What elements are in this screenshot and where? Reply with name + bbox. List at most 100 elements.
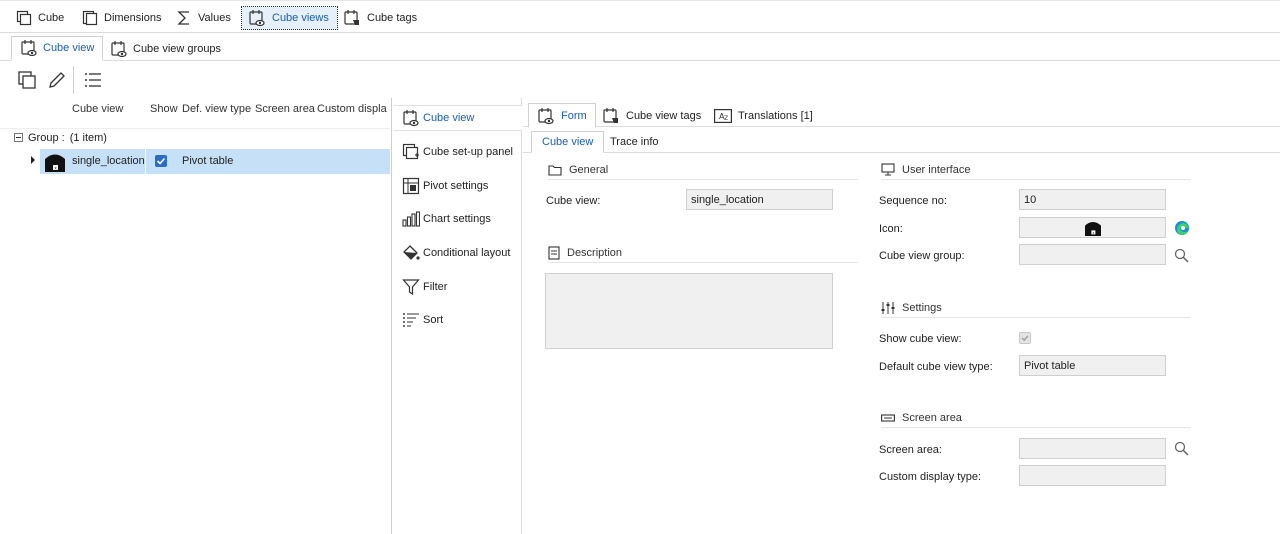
tab-form[interactable]: Form — [528, 103, 596, 128]
screen-area-field[interactable] — [1019, 438, 1166, 459]
nav-sort[interactable]: Sort — [402, 307, 443, 333]
svg-text:x: x — [1092, 231, 1094, 235]
description-section-header: Description — [548, 243, 858, 263]
screen-area-icon — [881, 413, 895, 422]
sequence-field[interactable]: 10 — [1019, 189, 1166, 210]
collapse-icon[interactable] — [14, 133, 23, 142]
custom-display-field[interactable] — [1019, 465, 1166, 486]
custom-display-field-label: Custom display type: — [879, 471, 982, 483]
edit-icon — [47, 70, 67, 90]
cube-view-row-icon: x — [44, 151, 66, 173]
nav-chart-settings[interactable]: Chart settings — [402, 206, 491, 232]
user-interface-title: User interface — [902, 163, 971, 176]
nav-conditional-layout[interactable]: Conditional layout — [402, 240, 510, 266]
cube-view-preview-icon: x — [1084, 220, 1102, 236]
description-title: Description — [567, 246, 623, 259]
browser-icon[interactable] — [1174, 220, 1190, 236]
menu-values[interactable]: Values — [176, 6, 237, 30]
expand-row-icon[interactable] — [29, 155, 37, 165]
nav-conditional-layout-label: Conditional layout — [423, 247, 511, 259]
col-header-show[interactable]: Show — [150, 103, 178, 115]
side-nav: Cube view Cube set-up panel Pivot settin… — [392, 98, 522, 534]
cube-view-grid: Cube view Show Def. view type Screen are… — [0, 98, 392, 534]
edit-button[interactable] — [45, 68, 69, 92]
tab-inner-cube-view[interactable]: Cube view — [531, 131, 605, 153]
tab-cube-view-tags-label: Cube view tags — [626, 109, 702, 122]
paint-bucket-icon — [402, 244, 420, 262]
row-show-checkbox[interactable] — [155, 155, 167, 167]
menu-values-label: Values — [198, 12, 231, 24]
group-count: (1 item) — [69, 131, 107, 144]
col-header-custom-display[interactable]: Custom display — [317, 103, 387, 115]
search-icon[interactable] — [1174, 248, 1189, 263]
col-header-cube-view[interactable]: Cube view — [72, 103, 123, 115]
menu-cube[interactable]: Cube — [16, 6, 70, 30]
menu-cube-views[interactable]: Cube views — [241, 6, 338, 30]
folder-icon — [548, 164, 562, 176]
pivot-icon — [402, 177, 420, 195]
nav-filter[interactable]: Filter — [402, 274, 447, 300]
cube-view-group-field[interactable] — [1019, 244, 1166, 265]
screen-area-field-label: Screen area: — [879, 444, 942, 456]
cube-view-group-field-label: Cube view group: — [879, 250, 965, 262]
default-type-label: Default cube view type: — [879, 361, 993, 373]
form-tabs: Form Cube view tags AZ Translations [1] — [523, 100, 1280, 128]
tab-cube-view-groups[interactable]: Cube view groups — [102, 36, 229, 61]
col-header-def-view-type[interactable]: Def. view type — [182, 103, 251, 115]
sigma-icon — [176, 10, 192, 26]
show-cube-view-checkbox[interactable] — [1019, 332, 1031, 344]
setup-panel-icon — [402, 143, 420, 161]
screen-area-search-icon[interactable] — [1174, 441, 1189, 456]
nav-sort-label: Sort — [423, 314, 444, 326]
copy-icon — [17, 70, 37, 90]
nav-cube-setup-panel[interactable]: Cube set-up panel — [402, 139, 513, 165]
nav-cube-setup-panel-label: Cube set-up panel — [423, 146, 513, 158]
menu-cube-tags[interactable]: Cube tags — [343, 6, 423, 30]
menu-cube-tags-label: Cube tags — [367, 12, 418, 24]
cube-view-icon — [402, 109, 420, 127]
cube-view-field-label: Cube view: — [546, 195, 601, 207]
cube-tag-icon — [343, 9, 361, 27]
default-type-field[interactable]: Pivot table — [1019, 355, 1166, 376]
list-button[interactable] — [81, 68, 105, 92]
menu-dimensions-label: Dimensions — [104, 12, 162, 24]
document-icon — [548, 245, 560, 260]
tab-trace-info[interactable]: Trace info — [600, 131, 669, 153]
monitor-icon — [881, 163, 895, 176]
cube-view-icon — [20, 39, 38, 57]
settings-title: Settings — [902, 301, 942, 314]
cube-view-groups-icon — [110, 40, 128, 58]
group-label: Group : — [28, 131, 65, 144]
tab-cube-view-tags[interactable]: Cube view tags — [594, 103, 709, 128]
tab-cube-view[interactable]: Cube view — [11, 36, 104, 61]
filter-icon — [402, 278, 420, 296]
copy-button[interactable] — [15, 68, 39, 92]
nav-filter-label: Filter — [423, 281, 448, 293]
dimensions-icon — [82, 10, 98, 26]
cell-divider — [145, 149, 146, 174]
nav-cube-view-label: Cube view — [423, 112, 475, 124]
tab-form-label: Form — [561, 109, 587, 122]
menu-cube-views-label: Cube views — [272, 12, 329, 24]
tab-translations[interactable]: AZ Translations [1] — [706, 103, 821, 128]
table-row[interactable]: x single_location Pivot table — [40, 149, 390, 174]
tab-cube-view-label: Cube view — [43, 42, 95, 54]
nav-cube-view[interactable]: Cube view — [394, 105, 522, 131]
svg-text:Z: Z — [724, 115, 728, 122]
icon-field-label: Icon: — [879, 223, 903, 235]
nav-pivot-settings[interactable]: Pivot settings — [402, 173, 488, 199]
cube-view-field[interactable]: single_location — [686, 189, 833, 210]
sequence-field-label: Sequence no: — [879, 195, 947, 207]
row-view-type: Pivot table — [182, 155, 234, 167]
toolbar — [0, 62, 392, 98]
sort-icon — [402, 311, 420, 329]
chart-icon — [402, 210, 420, 228]
group-row[interactable]: Group : (1 item) — [0, 128, 390, 146]
tab-translations-label: Translations [1] — [738, 109, 813, 122]
description-textarea[interactable] — [545, 273, 833, 349]
sub-tabs: Cube view Cube view groups — [0, 33, 1280, 61]
col-header-screen-area[interactable]: Screen area — [255, 103, 315, 115]
icon-field[interactable]: x — [1019, 217, 1166, 238]
inner-tabs: Cube view Trace info — [523, 131, 1280, 153]
menu-dimensions[interactable]: Dimensions — [82, 6, 167, 30]
